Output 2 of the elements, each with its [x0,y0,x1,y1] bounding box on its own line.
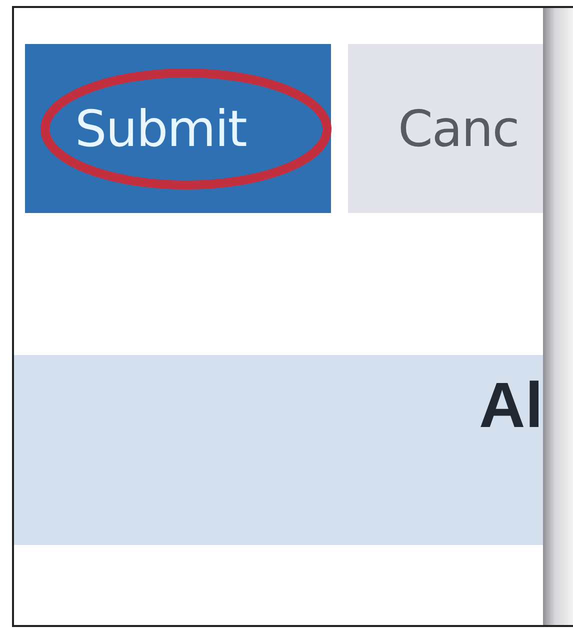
cancel-button[interactable]: Canc [348,44,543,213]
header-text: Al [479,373,543,437]
